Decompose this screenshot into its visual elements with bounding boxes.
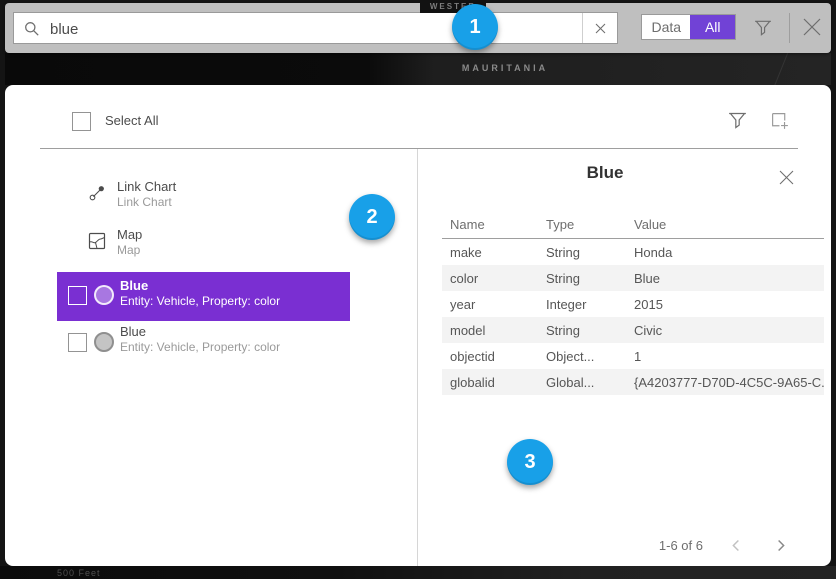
item-checkbox[interactable] [68,333,87,352]
column-header-value: Value [626,211,824,239]
toggle-data-label: Data [651,19,681,35]
data-all-toggle: Data All [641,14,736,40]
map-background: MAURITANIA [5,53,831,85]
table-row: model String Civic [442,317,824,343]
toggle-all-label: All [705,19,721,35]
cell-type: Object... [538,343,626,369]
header-divider [40,148,798,149]
chevron-right-icon[interactable] [773,538,788,553]
clear-search-button[interactable] [582,13,617,43]
table-row: color String Blue [442,265,824,291]
list-detail-divider [417,149,418,566]
list-item-subtitle: Entity: Vehicle, Property: color [120,340,280,355]
pagination-label: 1-6 of 6 [645,538,703,553]
list-item-subtitle: Entity: Vehicle, Property: color [120,294,280,309]
results-filter-icon[interactable] [728,111,747,130]
cell-value: 2015 [626,291,824,317]
entity-circle-icon [94,285,114,305]
map-icon [88,232,106,250]
cell-value: Civic [626,317,824,343]
filter-icon[interactable] [754,19,772,37]
cell-name: globalid [442,369,538,395]
cell-name: objectid [442,343,538,369]
cell-type: Integer [538,291,626,317]
table-row: globalid Global... {A4203777-D70D-4C5C-9… [442,369,824,395]
table-header-row: Name Type Value [442,211,824,239]
cell-type: String [538,317,626,343]
list-item-link-chart[interactable]: Link Chart Link Chart [57,176,350,224]
list-item-blue[interactable]: Blue Entity: Vehicle, Property: color [57,321,350,369]
link-chart-icon [88,184,106,202]
entity-circle-icon [94,332,114,352]
clear-icon [595,23,606,34]
list-item-title: Link Chart [117,179,176,195]
attribute-table: Name Type Value make String Honda color … [442,211,824,395]
table-row: objectid Object... 1 [442,343,824,369]
cell-name: year [442,291,538,317]
close-search-icon[interactable] [801,16,823,38]
list-item-map[interactable]: Map Map [57,224,350,272]
add-selection-icon[interactable] [770,111,790,131]
column-header-name: Name [442,211,538,239]
callout-badge-1: 1 [452,4,498,50]
list-item-title: Map [117,227,142,243]
list-item-title: Blue [120,278,280,294]
callout-number: 1 [469,16,480,39]
item-checkbox[interactable] [68,286,87,305]
cell-name: model [442,317,538,343]
list-item-blue-selected[interactable]: Blue Entity: Vehicle, Property: color [57,272,350,321]
detail-close-icon[interactable] [778,169,795,186]
callout-number: 3 [524,451,535,474]
list-item-title: Blue [120,324,280,340]
cell-value: 1 [626,343,824,369]
column-header-type: Type [538,211,626,239]
cell-type: String [538,239,626,266]
cell-type: Global... [538,369,626,395]
app-screenshot: MAURITANIA WESTER 500 Feet Data [0,0,836,579]
map-country-label: MAURITANIA [450,63,560,73]
list-item-subtitle: Map [117,243,142,258]
search-toolbar: Data All [5,3,831,53]
toggle-data-button[interactable]: Data [642,15,690,39]
cell-type: String [538,265,626,291]
map-bottom-strip: 500 Feet [0,566,836,579]
chevron-left-icon[interactable] [729,538,744,553]
map-scale-label: 500 Feet [57,568,101,578]
toolbar-divider [789,13,790,43]
list-item-subtitle: Link Chart [117,195,176,210]
search-results-panel: Select All Link Chart Link Chart [5,85,831,566]
cell-name: color [442,265,538,291]
search-box[interactable] [13,12,618,44]
table-row: make String Honda [442,239,824,266]
callout-badge-3: 3 [507,439,553,485]
callout-badge-2: 2 [349,194,395,240]
select-all-checkbox[interactable] [72,112,91,131]
search-icon [24,21,40,37]
toggle-all-button[interactable]: All [690,15,735,39]
cell-name: make [442,239,538,266]
cell-value: Blue [626,265,824,291]
callout-number: 2 [366,206,377,229]
select-all-label: Select All [105,113,158,128]
table-row: year Integer 2015 [442,291,824,317]
cell-value: Honda [626,239,824,266]
detail-title: Blue [432,163,778,183]
cell-value: {A4203777-D70D-4C5C-9A65-C... [626,369,824,395]
